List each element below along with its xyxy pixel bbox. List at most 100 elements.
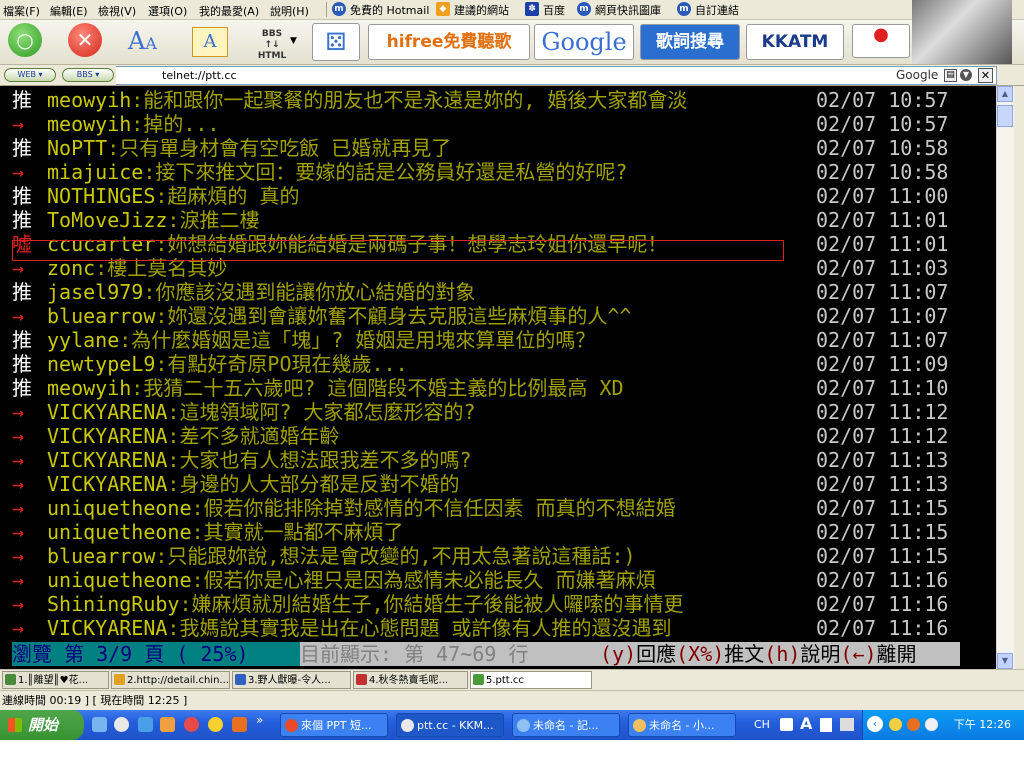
speaker-icon[interactable] [925,718,938,731]
quicklaunch-icon[interactable] [92,717,107,732]
page-icon[interactable]: ▤ [944,69,957,82]
status-line: 瀏覽 第 3/9 頁 ( 25%) 目前顯示: 第 47~69 行 (y)回應(… [12,642,960,666]
ie-icon[interactable] [138,717,153,732]
arrow-tag: → [12,160,25,184]
taskbar-item-ppt[interactable]: 來個 PPT 短... [280,713,388,737]
help-key[interactable]: (h) [764,642,800,666]
link-label: 建議的網站 [454,4,509,17]
chevron-down-icon[interactable]: ▼ [290,23,300,59]
keyboard-icon[interactable] [840,718,854,731]
free-small-banner[interactable]: ● [852,24,910,58]
menu-favorites[interactable]: 我的最愛(A) [199,3,259,19]
link-baidu[interactable]: ✽ 百度 [525,2,565,17]
lyrics-search-banner[interactable]: 歌詞搜尋 [640,24,740,60]
address-url[interactable]: telnet://ptt.cc [162,69,237,82]
tab-2[interactable]: 2.http://detail.chin... [111,671,230,689]
address-bar[interactable]: telnet://ptt.cc Google ▤ ▼ ✕ [116,66,997,85]
connect-button[interactable]: ○ [8,23,42,57]
taskbar-item-paint[interactable]: 未命名 - 小... [628,713,736,737]
quicklaunch-icon[interactable] [232,717,247,732]
push-text: :超麻煩的 真的 [155,184,300,208]
taskbar-item-kkman[interactable]: ptt.cc - KKM... [396,713,504,737]
link-custom-links[interactable]: m 自訂連結 [677,2,739,17]
web-mode-button[interactable]: WEB ▾ [4,68,56,82]
link-suggested-sites[interactable]: ◆ 建議的網站 [436,2,509,17]
menu-edit[interactable]: 編輯(E) [50,3,88,19]
baidu-paw-icon: ✽ [525,2,539,16]
menu-help[interactable]: 說明(H) [270,3,309,19]
push-time: 02/07 11:07 [816,328,949,352]
menu-view[interactable]: 檢視(V) [98,3,136,19]
hifree-banner[interactable]: hifree免費聽歌 [368,24,530,60]
menu-options[interactable]: 選項(O) [148,3,187,19]
push-time: 02/07 11:16 [816,592,949,616]
language-indicator[interactable]: CH [754,718,770,731]
scroll-up-button[interactable]: ▲ [997,86,1013,102]
web-pill-label: WEB [17,70,36,79]
push-time: 02/07 11:16 [816,616,949,640]
dropdown-icon[interactable]: ▼ [960,69,972,81]
ime-mode-icon[interactable] [820,718,832,732]
push-time: 02/07 11:01 [816,232,949,256]
kkatm-banner[interactable]: KKATM [746,24,844,60]
vertical-scrollbar[interactable]: ▲ ▼ [996,86,1014,669]
taskbar-item-notepad[interactable]: 未命名 - 記... [512,713,620,737]
bbs-html-toggle[interactable]: BBS ↑↓ HTML [254,23,290,61]
push-row: → meowyih:掉的... 02/07 10:57 [12,112,987,136]
scroll-thumb[interactable] [997,105,1013,127]
start-button[interactable]: 開始 [0,710,84,740]
link-hotmail[interactable]: m 免費的 Hotmail [332,2,429,17]
chevron-right-icon[interactable]: » [256,713,263,727]
tab-1[interactable]: 1.║離望║♥花... [2,671,109,689]
push-row: → VICKYARENA:我媽說其實我是出在心態問題 或許像有人推的還沒遇到 02/… [12,616,987,640]
tray-expand-icon[interactable]: ‹ [867,716,883,732]
app-icon [401,719,414,732]
shield-icon[interactable] [889,718,902,731]
link-label: 百度 [543,4,565,17]
status-commands: (y)回應(X%)推文(h)說明(←)離開 [600,642,960,666]
font-size-icon[interactable]: AA [128,23,168,59]
push-tag: 推 [12,328,32,352]
push-time: 02/07 10:57 [816,112,949,136]
push-user: VICKYARENA [47,448,168,472]
tab-3[interactable]: 3.野人獻曝-令人... [232,671,351,689]
google-banner[interactable]: Google [534,24,634,60]
app-icon [517,719,530,732]
dice-icon[interactable]: ⚄ [312,23,360,61]
scroll-down-button[interactable]: ▼ [997,653,1013,669]
tab-5-active[interactable]: 5.ptt.cc [470,671,592,689]
quicklaunch-icon[interactable] [184,717,199,732]
leave-key[interactable]: (←) [840,642,876,666]
disconnect-button[interactable]: ✕ [68,23,102,57]
push-key[interactable]: (X%) [676,642,724,666]
quicklaunch-icon[interactable] [114,717,129,732]
push-row: → VICKYARENA:差不多就適婚年齡 02/07 11:12 [12,424,987,448]
smiley-icon[interactable] [208,717,223,732]
ime-icon[interactable] [780,718,793,731]
close-icon[interactable]: ✕ [978,68,993,83]
push-user: uniquetheone [47,568,192,592]
clock[interactable]: 下午 12:26 [954,710,1011,740]
bbs-mode-button[interactable]: BBS ▾ [62,68,114,82]
menu-file[interactable]: 檔案(F) [3,3,40,19]
tab-label: 5.ptt.cc [486,675,524,686]
push-user: newtypeL9 [47,352,156,376]
push-row: 推 yylane:為什麼婚姻是這「塊」? 婚姻是用塊來算單位的嗎？ 02/07 11… [12,328,987,352]
push-user: NOTHINGES [47,184,156,208]
tab-icon [235,674,246,685]
font-style-icon[interactable]: A [192,27,228,57]
tray-app-icon[interactable] [907,718,920,731]
task-label: 來個 PPT 短... [301,719,372,732]
push-user: meowyih [47,112,132,136]
link-webslice-gallery[interactable]: m 網頁快訊圖庫 [577,2,661,17]
reply-label[interactable]: 回應 [636,642,676,666]
google-search-label[interactable]: Google [896,68,938,82]
quicklaunch-icon[interactable] [160,717,175,732]
push-label[interactable]: 推文 [724,642,764,666]
bbs-terminal[interactable]: 推 meowyih:能和跟你一起聚餐的朋友也不是永遠是妳的, 婚後大家都會淡 02/… [0,86,996,669]
leave-label[interactable]: 離開 [877,642,917,666]
help-label[interactable]: 說明 [800,642,840,666]
tab-4[interactable]: 4.秋冬熱賣毛呢... [353,671,468,689]
reply-key[interactable]: (y) [600,642,636,666]
font-a-icon[interactable]: A [800,714,812,733]
